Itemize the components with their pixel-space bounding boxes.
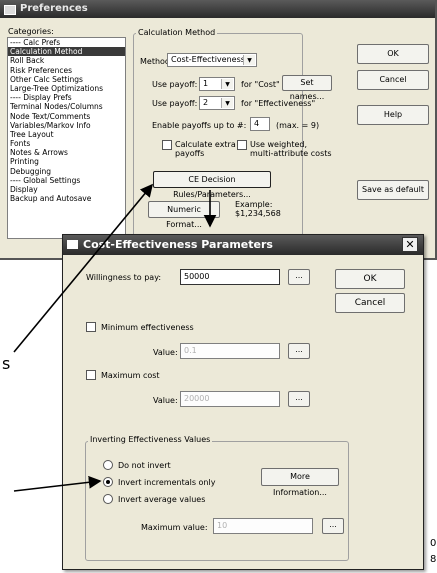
annotation-arrows [13, 183, 217, 492]
annotation-arrow-invert [13, 475, 102, 492]
annotation-arrow-ce-rules [13, 183, 154, 353]
